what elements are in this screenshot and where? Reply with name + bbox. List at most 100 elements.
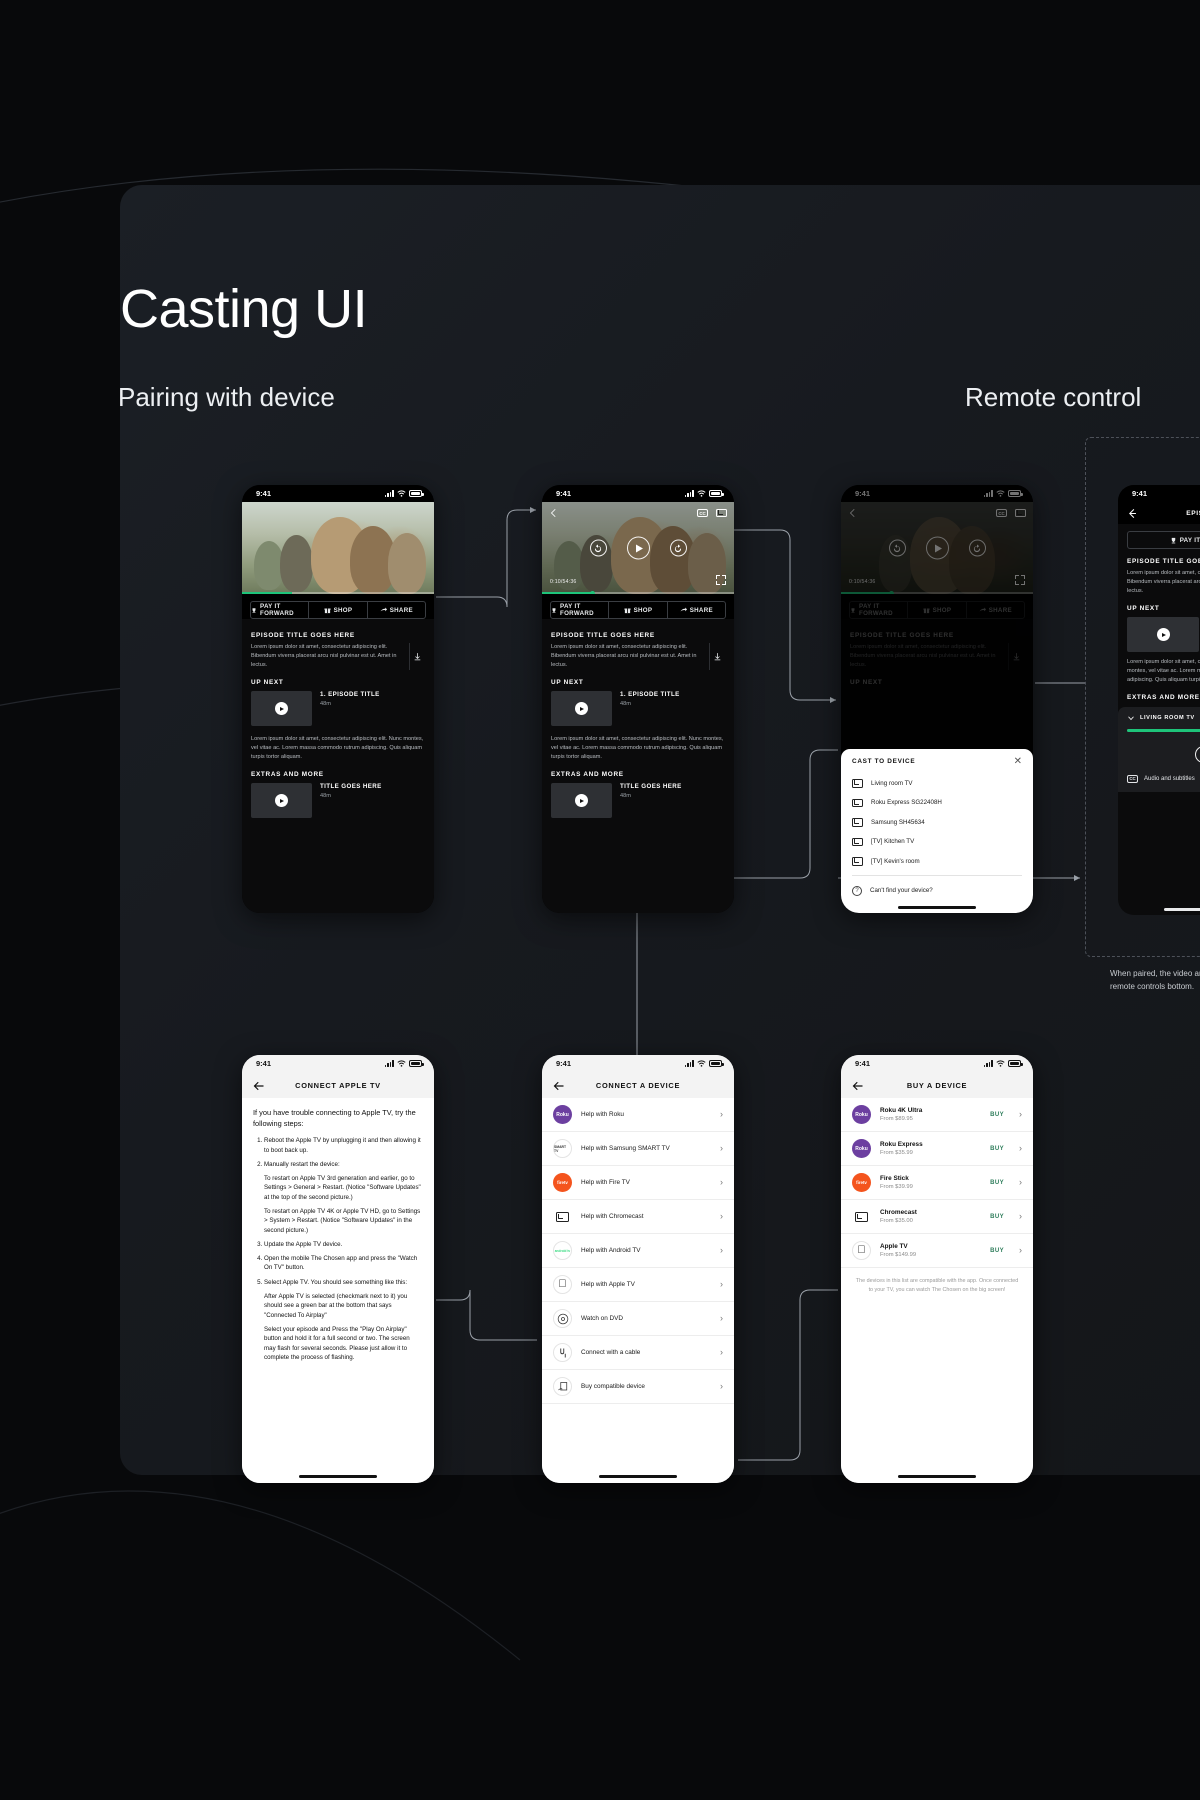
up-next-description: Lorem ipsum dolor sit amet, consectetur … xyxy=(251,736,424,761)
list-item[interactable]: Connect with a cable › xyxy=(542,1336,734,1370)
status-time: 9:41 xyxy=(1132,489,1148,498)
dvd-disc-icon xyxy=(553,1309,572,1328)
download-icon xyxy=(414,653,421,661)
shop-button[interactable]: SHOP xyxy=(609,602,668,618)
device-list-item[interactable]: Living room TV xyxy=(841,774,1033,794)
shop-button[interactable]: SHOP xyxy=(309,602,368,618)
buy-button[interactable]: BUY xyxy=(990,1146,1004,1152)
chevron-right-icon: › xyxy=(720,1211,723,1221)
home-indicator xyxy=(299,1475,377,1478)
extras-item[interactable]: TITLE GOES HERE 48m xyxy=(551,783,725,819)
extras-thumbnail[interactable] xyxy=(251,783,312,819)
cant-find-device-link[interactable]: ? Can't find your device? xyxy=(841,880,1033,901)
apple-tv-help-body: If you have trouble connecting to Apple … xyxy=(242,1098,434,1483)
status-bar: 9:41 xyxy=(542,1055,734,1072)
buy-device-list: Roku Roku 4K Ultra From $89.95 BUY › Roku … xyxy=(841,1098,1033,1483)
apple-logo-icon:  xyxy=(553,1275,572,1294)
help-step-paragraph: After Apple TV is selected (checkmark ne… xyxy=(264,1293,408,1319)
list-item[interactable]: Roku Help with Roku › xyxy=(542,1098,734,1132)
list-item[interactable]: Help with Chromecast › xyxy=(542,1200,734,1234)
buy-button[interactable]: BUY xyxy=(990,1112,1004,1118)
video-player[interactable]: CC 0:10/54:36 xyxy=(542,502,734,594)
buy-button[interactable]: BUY xyxy=(990,1248,1004,1254)
chevron-right-icon: › xyxy=(720,1177,723,1187)
list-item[interactable]: Watch on DVD › xyxy=(542,1302,734,1336)
device-list-item[interactable]: Roku Express SG22408H xyxy=(841,793,1033,813)
gift-icon xyxy=(324,608,331,613)
play-icon[interactable] xyxy=(275,794,288,808)
extras-duration: 48m xyxy=(620,792,631,799)
chevron-right-icon: › xyxy=(720,1245,723,1255)
fullscreen-icon[interactable] xyxy=(716,575,726,585)
audio-and-subtitles-button[interactable]: CC Audio and subtitles xyxy=(1127,774,1200,783)
up-next-item[interactable]: 1. EPISODE TITLE 48m xyxy=(551,691,725,727)
wifi-icon xyxy=(397,490,406,497)
pay-it-forward-button[interactable]: PAY IT FORWARD xyxy=(251,602,310,618)
hero-progress-bar[interactable] xyxy=(242,591,434,594)
pay-it-forward-button[interactable]: PAY IT FORWARD xyxy=(551,602,610,618)
help-step-paragraph: Select your episode and Press the "Play … xyxy=(264,1325,410,1361)
buy-button[interactable]: BUY xyxy=(990,1180,1004,1186)
up-next-thumbnail[interactable] xyxy=(551,691,612,727)
table-row[interactable]: firetv Fire Stick From $39.99 BUY › xyxy=(841,1166,1033,1200)
rewind-15-icon[interactable] xyxy=(589,539,607,557)
player-progress-bar[interactable] xyxy=(542,590,734,594)
playback-timestamp: 0:10/54:36 xyxy=(550,579,577,585)
play-icon[interactable] xyxy=(275,702,288,716)
status-time: 9:41 xyxy=(855,1059,871,1068)
play-icon[interactable] xyxy=(575,794,588,808)
list-item[interactable]:  Help with Apple TV› xyxy=(542,1268,734,1302)
rewind-15-icon[interactable] xyxy=(1194,745,1200,763)
pay-it-forward-button[interactable]: PAY IT FORWARD xyxy=(1128,532,1200,548)
play-icon[interactable] xyxy=(575,702,588,716)
fire-tv-logo-icon: firetv xyxy=(553,1173,572,1192)
status-bar: 9:41 xyxy=(242,485,434,502)
up-next-description: Lorem ipsum dolor sit amet, consectetur … xyxy=(551,736,724,761)
play-icon[interactable] xyxy=(1156,628,1170,642)
cast-icon[interactable] xyxy=(716,508,727,518)
status-time: 9:41 xyxy=(256,489,272,498)
help-step: Update the Apple TV device. xyxy=(264,1240,423,1249)
extras-thumbnail[interactable] xyxy=(551,783,612,819)
remote-device-header[interactable]: LIVING ROOM TV xyxy=(1127,714,1200,722)
up-next-thumbnail[interactable] xyxy=(1127,617,1199,653)
table-row[interactable]: Roku Roku 4K Ultra From $89.95 BUY › xyxy=(841,1098,1033,1132)
nav-title: CONNECT A DEVICE xyxy=(595,1080,681,1090)
list-item[interactable]: SMART TV Help with Samsung SMART TV › xyxy=(542,1132,734,1166)
chevron-right-icon: › xyxy=(720,1313,723,1323)
up-next-item[interactable]: 1. EPISODE TITLE 48m xyxy=(251,691,425,727)
download-button[interactable] xyxy=(709,643,725,671)
roku-logo-icon: Roku xyxy=(553,1105,572,1124)
download-button[interactable] xyxy=(409,643,425,671)
table-row[interactable]:  Apple TVFrom $149.99 BUY› xyxy=(841,1234,1033,1268)
status-time: 9:41 xyxy=(556,1059,572,1068)
divider xyxy=(852,875,1022,876)
up-next-label: UP NEXT xyxy=(1127,605,1160,613)
play-icon[interactable] xyxy=(626,536,650,560)
share-button[interactable]: SHARE xyxy=(668,602,725,618)
list-item[interactable]: Buy compatible device › xyxy=(542,1370,734,1404)
device-list-item[interactable]: [TV] Kevin's room xyxy=(841,852,1033,872)
table-row[interactable]: Chromecast From $35.00 BUY › xyxy=(841,1200,1033,1234)
trophy-icon xyxy=(252,607,256,613)
samsung-smart-tv-logo-icon: SMART TV xyxy=(553,1139,572,1158)
device-list-item[interactable]: [TV] Kitchen TV xyxy=(841,832,1033,852)
list-item[interactable]: firetv Help with Fire TV › xyxy=(542,1166,734,1200)
table-row[interactable]: Roku Roku Express From $35.99 BUY › xyxy=(841,1132,1033,1166)
extras-item[interactable]: TITLE GOES HERE 48m xyxy=(251,783,425,819)
help-step: Open the mobile The Chosen app and press… xyxy=(264,1254,423,1273)
extras-title: TITLE GOES HERE xyxy=(320,783,382,791)
share-button[interactable]: SHARE xyxy=(368,602,425,618)
extras-label: EXTRAS AND MORE xyxy=(251,771,324,779)
status-bar: 9:41 xyxy=(542,485,734,502)
list-item[interactable]: android tv Help with Android TV › xyxy=(542,1234,734,1268)
cellular-signal-icon xyxy=(384,1060,394,1067)
forward-15-icon[interactable] xyxy=(669,539,687,557)
device-list-item[interactable]: Samsung SH45634 xyxy=(841,813,1033,833)
closed-captions-icon[interactable]: CC xyxy=(697,509,708,517)
back-arrow-icon[interactable] xyxy=(549,508,559,518)
buy-button[interactable]: BUY xyxy=(990,1214,1004,1220)
up-next-thumbnail[interactable] xyxy=(251,691,312,727)
close-icon[interactable]: ✕ xyxy=(1014,756,1022,767)
section-heading-remote: Remote control xyxy=(965,382,1142,412)
